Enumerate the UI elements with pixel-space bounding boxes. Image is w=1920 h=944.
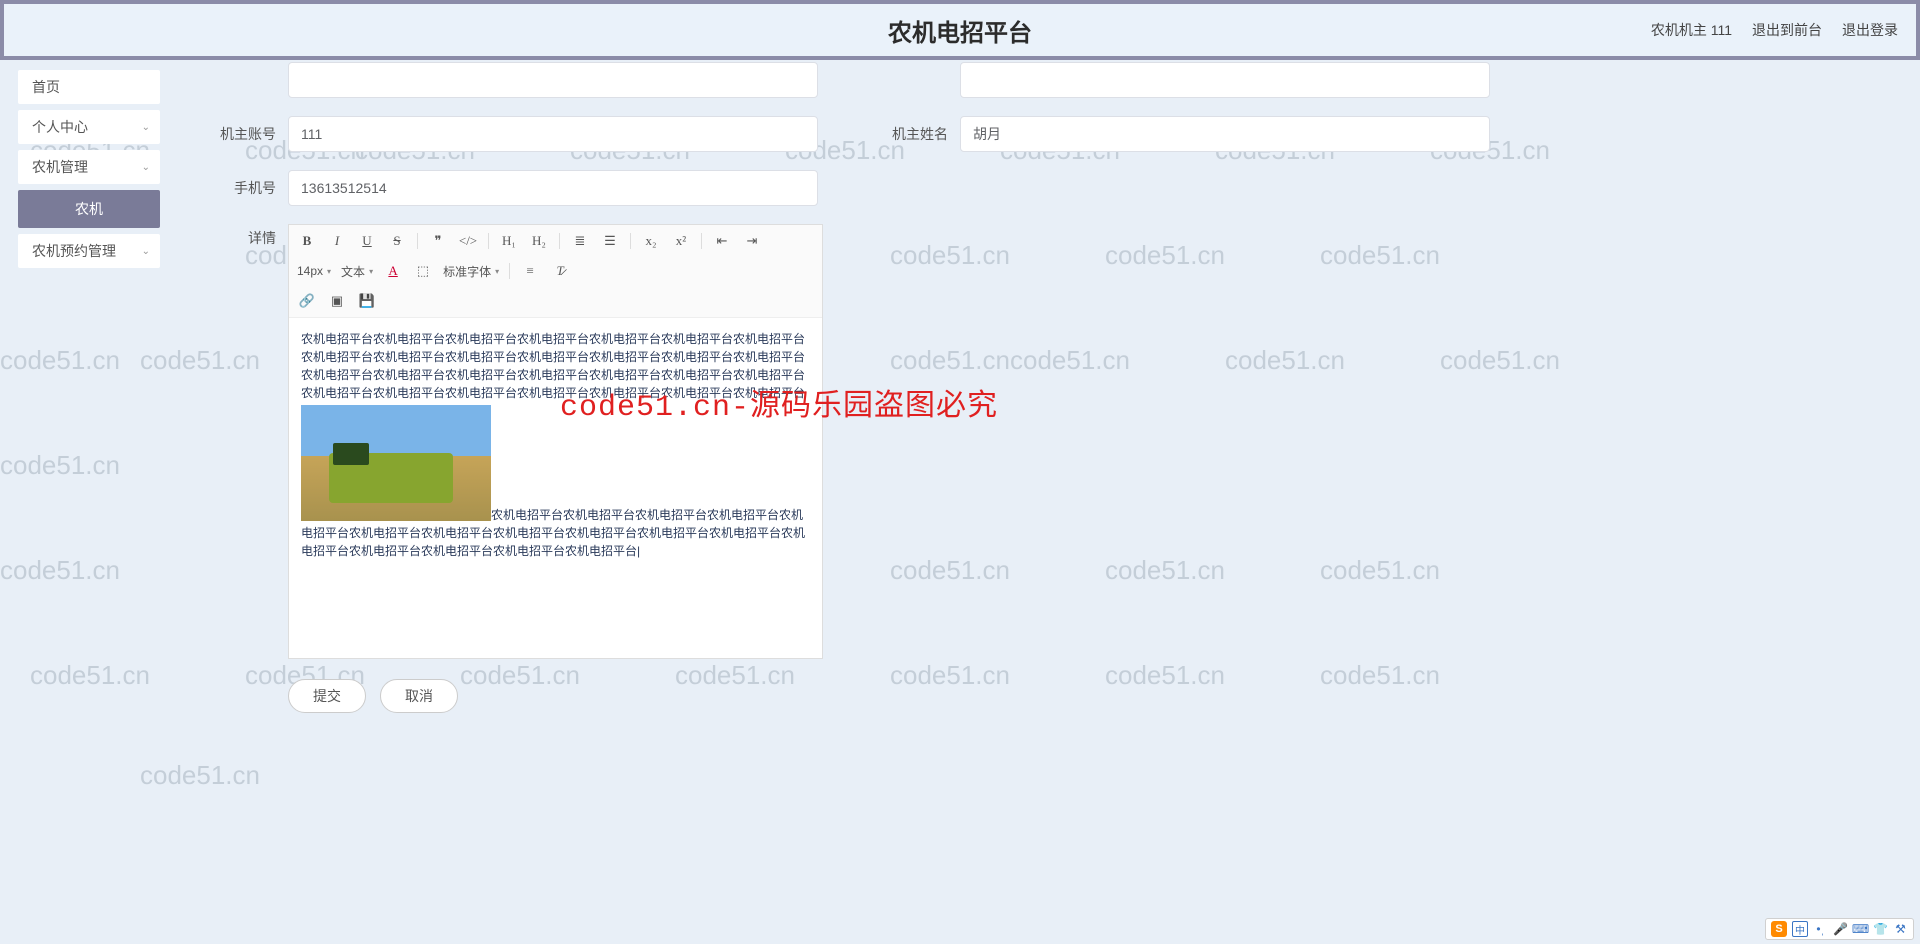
underline-icon[interactable]: U: [357, 231, 377, 251]
link-icon[interactable]: 🔗: [297, 291, 317, 311]
sidebar-label: 农机: [75, 199, 103, 219]
bg-color-icon[interactable]: ⬚: [413, 261, 433, 281]
font-type-select[interactable]: 文本▾: [341, 263, 373, 280]
list-bullet-icon[interactable]: ☰: [600, 231, 620, 251]
main-content: 农机类型 管理员 机主账号 机主姓名 手机号: [178, 60, 1920, 944]
account-label: 机主账号: [198, 124, 276, 144]
detail-label: 详情: [198, 228, 276, 248]
phone-input[interactable]: [288, 170, 818, 206]
sidebar-label: 农机预约管理: [32, 241, 116, 261]
code-icon[interactable]: </>: [458, 231, 478, 251]
sidebar-item-reserve[interactable]: 农机预约管理 ⌄: [18, 234, 160, 268]
ime-punct-icon[interactable]: •ˌ: [1813, 922, 1828, 937]
quote-icon[interactable]: ❞: [428, 231, 448, 251]
user-label[interactable]: 农机机主 111: [1651, 20, 1732, 40]
sidebar-item-machine-manage[interactable]: 农机管理 ⌄: [18, 150, 160, 184]
indent-left-icon[interactable]: ⇤: [712, 231, 732, 251]
strike-icon[interactable]: S: [387, 231, 407, 251]
rich-text-editor: B I U S ❞ </> H₁ H₂ ≣ ☰ x₂ x²: [288, 224, 823, 659]
clear-format-icon[interactable]: T̷: [550, 261, 570, 281]
ime-toolbar[interactable]: S 中 •ˌ 🎤 ⌨ 👕 ⚒: [1765, 918, 1914, 940]
logout-link[interactable]: 退出登录: [1842, 20, 1898, 40]
superscript-icon[interactable]: x²: [671, 231, 691, 251]
ime-mic-icon[interactable]: 🎤: [1833, 922, 1848, 937]
type-input[interactable]: [288, 62, 818, 98]
editor-inline-image: [301, 405, 491, 521]
account-input[interactable]: [288, 116, 818, 152]
font-size-select[interactable]: 14px▾: [297, 264, 331, 278]
editor-toolbar: B I U S ❞ </> H₁ H₂ ≣ ☰ x₂ x²: [289, 225, 822, 318]
sidebar-item-home[interactable]: 首页: [18, 70, 160, 104]
h2-icon[interactable]: H₂: [529, 231, 549, 251]
ime-cn-icon[interactable]: 中: [1792, 921, 1808, 937]
extra-input[interactable]: [960, 62, 1490, 98]
sogou-icon: S: [1771, 921, 1787, 937]
sidebar-label: 首页: [32, 77, 60, 97]
chevron-down-icon: ⌄: [142, 162, 150, 173]
align-icon[interactable]: ≡: [520, 261, 540, 281]
ime-skin-icon[interactable]: 👕: [1873, 922, 1888, 937]
ime-keyboard-icon[interactable]: ⌨: [1853, 922, 1868, 937]
list-ordered-icon[interactable]: ≣: [570, 231, 590, 251]
back-to-front-link[interactable]: 退出到前台: [1752, 20, 1822, 40]
editor-text: 农机电招平台农机电招平台农机电招平台农机电招平台农机电招平台农机电招平台农机电招…: [301, 330, 810, 402]
editor-content[interactable]: 农机电招平台农机电招平台农机电招平台农机电招平台农机电招平台农机电招平台农机电招…: [289, 318, 822, 658]
h1-icon[interactable]: H₁: [499, 231, 519, 251]
submit-button[interactable]: 提交: [288, 679, 366, 713]
indent-right-icon[interactable]: ⇥: [742, 231, 762, 251]
app-title: 农机电招平台: [888, 13, 1032, 48]
phone-label: 手机号: [198, 178, 276, 198]
save-icon[interactable]: 💾: [357, 291, 377, 311]
text-color-icon[interactable]: A: [383, 261, 403, 281]
sidebar-label: 个人中心: [32, 117, 88, 137]
owner-input[interactable]: [960, 116, 1490, 152]
sidebar: 首页 个人中心 ⌄ 农机管理 ⌄ 农机 农机预约管理 ⌄: [0, 60, 178, 944]
chevron-down-icon: ⌄: [142, 246, 150, 257]
italic-icon[interactable]: I: [327, 231, 347, 251]
cancel-button[interactable]: 取消: [380, 679, 458, 713]
sidebar-item-personal[interactable]: 个人中心 ⌄: [18, 110, 160, 144]
bold-icon[interactable]: B: [297, 231, 317, 251]
image-icon[interactable]: ▣: [327, 291, 347, 311]
chevron-down-icon: ⌄: [142, 122, 150, 133]
sidebar-item-machine[interactable]: 农机: [18, 190, 160, 228]
subscript-icon[interactable]: x₂: [641, 231, 661, 251]
ime-tool-icon[interactable]: ⚒: [1893, 922, 1908, 937]
sidebar-label: 农机管理: [32, 157, 88, 177]
owner-label: 机主姓名: [888, 124, 948, 144]
font-family-select[interactable]: 标准字体▾: [443, 263, 499, 280]
app-header: 农机电招平台 农机机主 111 退出到前台 退出登录: [0, 0, 1920, 60]
